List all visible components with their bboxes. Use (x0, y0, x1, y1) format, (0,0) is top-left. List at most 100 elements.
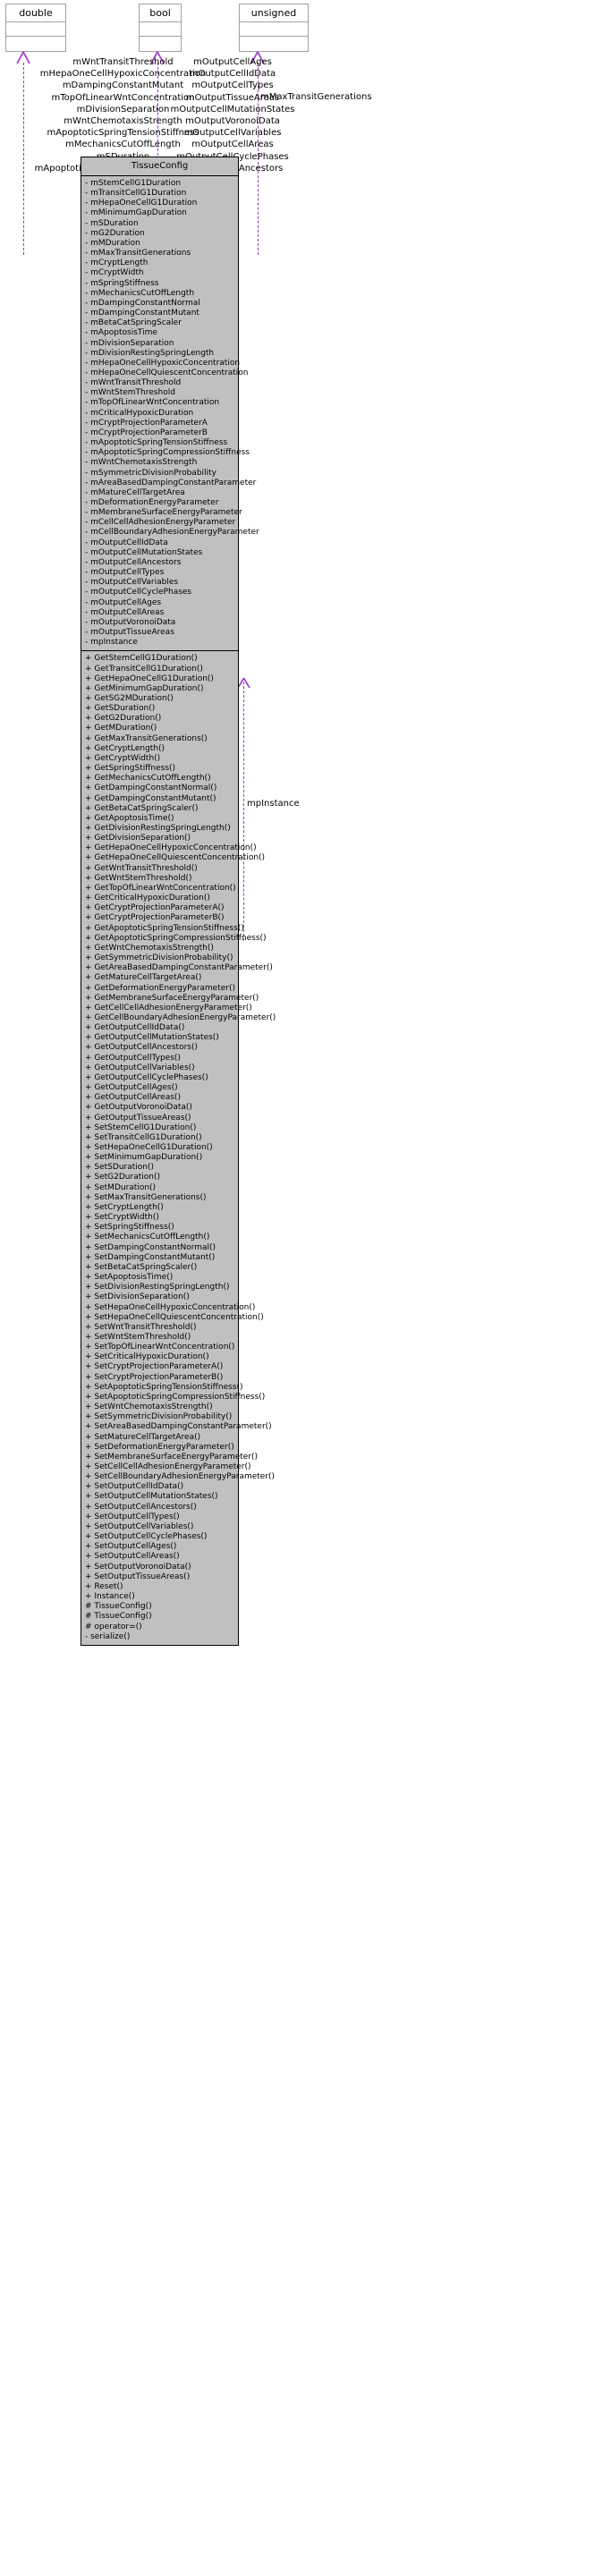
edge-label: mOutputCellVariables (183, 128, 282, 139)
uml-attribute-row: - mWntTransitThreshold (85, 378, 182, 388)
uml-operation-row: + GetMinimumGapDuration() (85, 683, 204, 693)
uml-operation-row: + SetTopOfLinearWntConcentration() (85, 1343, 235, 1352)
uml-operation-row: + SetDivisionRestingSpringLength() (85, 1283, 230, 1292)
uml-operation-row: + SetDeformationEnergyParameter() (85, 1442, 234, 1452)
uml-attribute-row: - mMechanicsCutOffLength (85, 288, 195, 298)
uml-operation-row: + SetMatureCellTargetArea() (85, 1432, 201, 1442)
uml-operation-row: + Reset() (85, 1581, 123, 1591)
uml-operation-row: + SetMaxTransitGenerations() (85, 1192, 207, 1202)
uml-operation-row: + GetApoptoticSpringTensionStiffness() (85, 923, 244, 933)
uml-class-title: TissueConfig (81, 157, 238, 176)
uml-operation-row: + SetSpringStiffness() (85, 1223, 174, 1233)
uml-operation-row: + SetApoptosisTime() (85, 1273, 174, 1283)
uml-operation-row: + GetOutputCellMutationStates() (85, 1033, 219, 1043)
uml-operation-row: + GetDampingConstantNormal() (85, 784, 217, 793)
mpinstance-multiplicity-label: mpInstance (247, 799, 300, 809)
uml-attribute-row: - mTopOfLinearWntConcentration (85, 398, 220, 408)
uml-attribute-row: - mMDuration (85, 238, 140, 248)
uml-operation-row: + GetCryptProjectionParameterA() (85, 903, 225, 913)
uml-attribute-row: - mApoptosisTime (85, 328, 157, 338)
uml-attributes-section: - mStemCellG1Duration - mTransitCellG1Dur… (81, 176, 259, 652)
type-box-double[interactable]: double (5, 4, 66, 52)
uml-operation-row: + SetOutputCellAreas() (85, 1552, 180, 1562)
uml-attribute-row: - mBetaCatSpringScaler (85, 318, 182, 328)
uml-attribute-row: - mDampingConstantNormal (85, 298, 200, 308)
uml-operation-row: + GetDivisionRestingSpringLength() (85, 824, 231, 833)
uml-operation-row: + GetOutputCellAncestors() (85, 1043, 199, 1053)
uml-operation-row: + GetCryptLength() (85, 743, 165, 753)
uml-attribute-row: - mMaxTransitGenerations (85, 249, 191, 258)
uml-operation-row: + SetMembraneSurfaceEnergyParameter() (85, 1452, 259, 1462)
edge-label: mOutputCellAges (193, 57, 272, 67)
uml-operation-row: + GetDampingConstantMutant() (85, 793, 216, 803)
uml-operation-row: + SetCellBoundaryAdhesionEnergyParameter… (85, 1472, 276, 1482)
uml-operation-row: + SetOutputCellIdData() (85, 1482, 184, 1492)
uml-operation-row: # TissueConfig() (85, 1612, 152, 1622)
edge-label: mOutputCellAreas (191, 140, 274, 150)
uml-operation-row: + GetCryptWidth() (85, 753, 161, 763)
type-box-bool-title: bool (140, 4, 181, 22)
uml-attribute-row: - mOutputCellVariables (85, 578, 179, 588)
type-box-unsigned-operations (240, 37, 308, 51)
uml-operation-row: + SetOutputCellAges() (85, 1542, 177, 1552)
uml-operation-row: + SetCryptLength() (85, 1202, 164, 1212)
uml-operation-row: + GetStemCellG1Duration() (85, 654, 198, 664)
uml-attribute-row: - mSpringStiffness (85, 278, 159, 288)
uml-operation-row: + SetTransitCellG1Duration() (85, 1132, 202, 1142)
uml-attribute-row: - mCellCellAdhesionEnergyParameter (85, 518, 236, 528)
uml-operation-row: + SetDivisionSeparation() (85, 1292, 190, 1302)
uml-operation-row: + SetOutputCellCyclePhases() (85, 1532, 208, 1542)
uml-operation-row: + SetWntTransitThreshold() (85, 1322, 197, 1332)
type-box-bool-attributes (140, 22, 181, 37)
uml-operation-row: + SetStemCellG1Duration() (85, 1123, 197, 1132)
uml-operation-row: + SetOutputCellTypes() (85, 1512, 180, 1521)
uml-attribute-row: - mHepaOneCellG1Duration (85, 199, 198, 208)
uml-operation-row: + GetOutputTissueAreas() (85, 1113, 191, 1123)
uml-attribute-row: - mOutputCellAncestors (85, 557, 182, 567)
uml-operation-row: + GetMDuration() (85, 724, 157, 733)
uml-operation-row: + SetCriticalHypoxicDuration() (85, 1352, 209, 1362)
uml-operation-row: + SetHepaOneCellQuiescentConcentration() (85, 1312, 264, 1322)
uml-attribute-row: - mWntStemThreshold (85, 388, 175, 398)
uml-attribute-row: - mOutputCellCyclePhases (85, 588, 192, 597)
uml-attribute-row: - mCryptProjectionParameterA (85, 418, 208, 428)
uml-class-tissueconfig[interactable]: TissueConfig - mStemCellG1Duration - mTra… (81, 157, 276, 1646)
type-box-unsigned[interactable]: unsigned (239, 4, 309, 52)
uml-operation-row: + GetTransitCellG1Duration() (85, 664, 203, 674)
uml-operation-row: + SetOutputVoronoiData() (85, 1562, 191, 1572)
uml-attribute-row: - mOutputCellAges (85, 597, 162, 607)
edge-label-column-unsigned: mMaxTransitGenerations (260, 91, 439, 103)
uml-operation-row: + SetHepaOneCellG1Duration() (85, 1143, 213, 1152)
uml-operation-row: + Instance() (85, 1592, 135, 1602)
uml-operation-row: + GetSpringStiffness() (85, 764, 176, 774)
uml-attribute-row: - mApoptoticSpringTensionStiffness (85, 438, 228, 448)
uml-attribute-row: - mOutputTissueAreas (85, 628, 174, 638)
uml-attribute-row: - mApoptoticSpringCompressionStiffness (85, 448, 250, 458)
edge-mpinstance-self-association (243, 682, 244, 941)
uml-operation-row: + SetCryptProjectionParameterB() (85, 1372, 224, 1382)
uml-operation-row: + SetCryptProjectionParameterA() (85, 1362, 224, 1372)
uml-attribute-row: - mCriticalHypoxicDuration (85, 408, 194, 418)
uml-operation-row: + GetOutputCellAges() (85, 1083, 178, 1093)
uml-operation-row: + GetMaxTransitGenerations() (85, 733, 208, 743)
uml-attribute-row: - mHepaOneCellQuiescentConcentration (85, 368, 249, 377)
edge-label: mMaxTransitGenerations (260, 92, 372, 102)
uml-attribute-row: - mOutputVoronoiData (85, 617, 176, 627)
uml-operation-row: + GetOutputCellVariables() (85, 1063, 195, 1072)
uml-operation-row: + GetOutputCellAreas() (85, 1093, 181, 1103)
uml-attribute-row: - mWntChemotaxisStrength (85, 458, 198, 468)
uml-operation-row: # operator=() (85, 1622, 142, 1631)
uml-operation-row: + SetOutputCellVariables() (85, 1521, 194, 1531)
uml-operation-row: + SetMDuration() (85, 1182, 157, 1192)
uml-operation-row: + GetCryptProjectionParameterB() (85, 913, 225, 923)
uml-operation-row: + SetWntStemThreshold() (85, 1332, 191, 1342)
uml-operation-row: + GetOutputCellCyclePhases() (85, 1072, 208, 1082)
uml-operation-row: + GetOutputVoronoiData() (85, 1103, 192, 1113)
uml-attribute-row: - mG2Duration (85, 228, 145, 238)
uml-attribute-row: - mStemCellG1Duration (85, 179, 182, 188)
edge-label: mOutputVoronoiData (185, 116, 280, 127)
uml-operation-row: + GetMembraneSurfaceEnergyParameter() (85, 993, 259, 1003)
type-box-bool[interactable]: bool (139, 4, 182, 52)
uml-attribute-row: - mHepaOneCellHypoxicConcentration (85, 358, 241, 368)
uml-operation-row: + GetWntChemotaxisStrength() (85, 943, 214, 953)
